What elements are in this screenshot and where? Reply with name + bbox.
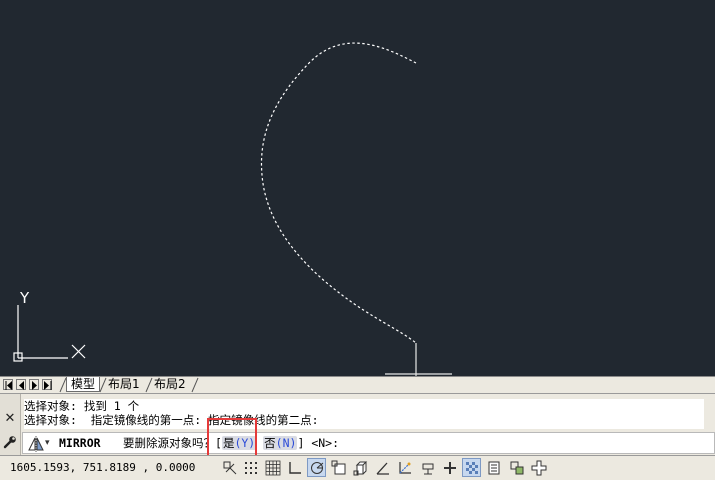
otrack-icon <box>376 462 389 475</box>
selected-arc[interactable] <box>260 42 417 344</box>
qp-icon <box>488 461 500 475</box>
tab-layout2[interactable]: 布局2 <box>150 377 190 392</box>
option-yes-key: (Y) <box>234 436 256 450</box>
transparency-button[interactable] <box>462 458 481 477</box>
option-no[interactable]: 否(N) <box>263 436 298 450</box>
ducs-icon <box>399 462 411 474</box>
prompt-text: 要删除源对象吗？ <box>123 436 215 450</box>
command-window: ✕ 选择对象: 找到 1 个 选择对象: 指定镜像线的第一点: 指定镜像线的第二… <box>0 393 715 456</box>
history-line: 选择对象: 找到 1 个 <box>24 399 140 413</box>
annotation-monitor-button[interactable] <box>529 458 548 477</box>
lineweight-icon <box>444 462 456 474</box>
snap-icon <box>245 462 257 474</box>
infer-icon <box>223 461 237 475</box>
option-no-key: (N) <box>275 436 297 450</box>
selcycle-icon <box>510 461 524 475</box>
coordinate-readout[interactable]: 1605.1593, 751.8189 , 0.0000 <box>10 461 195 475</box>
transparency-icon <box>466 462 478 474</box>
status-bar: 1605.1593, 751.8189 , 0.0000 <box>0 455 715 480</box>
drawing-canvas[interactable]: Y <box>0 0 715 376</box>
command-window-gutter: ✕ <box>0 394 21 456</box>
annomon-icon <box>531 460 547 476</box>
dynamic-input-button[interactable] <box>418 458 437 477</box>
cad-window: Y 模型 布局1 布局2 ✕ 选择对象: 找到 1 个 选择对象: 指定镜像线的… <box>0 0 715 480</box>
command-line[interactable]: ▾ MIRROR 要删除源对象吗？[是(Y) 否(N)] <N>: <box>22 432 715 454</box>
selection-cycling-button[interactable] <box>507 458 526 477</box>
option-yes-label: 是 <box>222 436 235 450</box>
osnap-icon <box>331 460 346 475</box>
open-bracket: [ <box>215 436 222 450</box>
osnap3d-icon <box>353 461 368 476</box>
command-prompt: 要删除源对象吗？[是(Y) 否(N)] <N>: <box>123 433 339 453</box>
command-name: MIRROR <box>59 436 101 450</box>
object-snap-tracking-button[interactable] <box>373 458 392 477</box>
ortho-icon <box>289 462 301 474</box>
wrench-icon[interactable] <box>3 434 17 449</box>
object-snap-button[interactable] <box>329 458 348 477</box>
tab-layout1[interactable]: 布局1 <box>104 377 144 392</box>
close-icon[interactable]: ✕ <box>4 412 16 426</box>
snap-mode-button[interactable] <box>241 458 260 477</box>
dyn-icon <box>422 463 434 475</box>
layout-tab-bar: 模型 布局1 布局2 <box>0 376 715 393</box>
chevron-down-icon[interactable]: ▾ <box>45 437 50 449</box>
grid-display-button[interactable] <box>263 458 282 477</box>
axis-y-label: Y <box>19 289 30 307</box>
infer-constraints-button[interactable] <box>220 458 239 477</box>
tab-model[interactable]: 模型 <box>66 377 101 392</box>
quick-properties-button[interactable] <box>484 458 503 477</box>
default-value: <N>: <box>311 436 340 450</box>
mirror-icon[interactable] <box>27 436 45 452</box>
grid-icon <box>265 460 281 476</box>
3d-object-snap-button[interactable] <box>351 458 370 477</box>
polar-icon <box>311 462 324 474</box>
ucs-icon <box>13 305 86 362</box>
dynamic-ucs-button[interactable] <box>395 458 414 477</box>
history-line: 选择对象: 指定镜像线的第一点: 指定镜像线的第二点: <box>24 413 319 427</box>
polar-tracking-button[interactable] <box>307 458 326 477</box>
command-history: 选择对象: 找到 1 个 选择对象: 指定镜像线的第一点: 指定镜像线的第二点: <box>24 399 704 429</box>
lineweight-button[interactable] <box>440 458 459 477</box>
option-no-label: 否 <box>264 436 276 450</box>
ortho-mode-button[interactable] <box>285 458 304 477</box>
drawing-svg: Y <box>13 42 452 376</box>
option-yes[interactable]: 是(Y) <box>221 436 257 450</box>
